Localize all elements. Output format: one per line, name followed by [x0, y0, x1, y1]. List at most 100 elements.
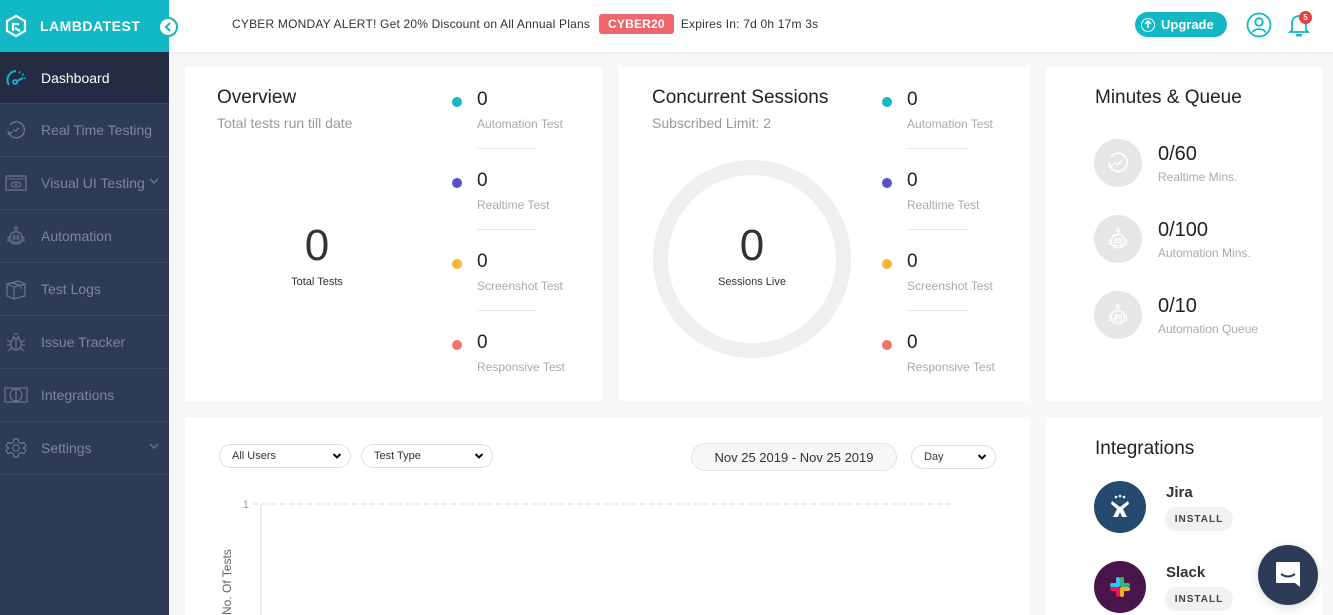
sidebar-item-issue-tracker[interactable]: Issue Tracker [0, 316, 169, 369]
sessions-live-value: 0 [739, 221, 765, 270]
sidebar-collapse-button[interactable] [158, 17, 178, 37]
legend-label: Responsive Test [477, 360, 565, 374]
sidebar-item-label: Integrations [41, 387, 115, 403]
robot-icon [4, 224, 28, 248]
overview-subtitle: Total tests run till date [217, 115, 353, 131]
granularity-value: Day [924, 451, 944, 463]
total-tests-value: 0 [304, 221, 330, 270]
jira-logo-icon [1094, 481, 1146, 533]
chevron-down-icon [332, 453, 342, 459]
sidebar-item-label: Issue Tracker [41, 334, 126, 350]
clock-refresh-icon [1094, 139, 1142, 187]
browser-eye-icon [4, 171, 28, 195]
legend-label: Automation Test [907, 117, 993, 131]
integrations-icon [4, 383, 28, 407]
integrations-title: Integrations [1095, 438, 1195, 459]
divider [477, 229, 537, 230]
minutes-queue-card: Minutes & Queue 0/60 Realtime Mins. 0/10… [1046, 67, 1323, 401]
robot-icon [1094, 291, 1142, 339]
integration-name: Slack [1166, 564, 1206, 581]
test-type-filter-select[interactable]: Test Type [361, 444, 493, 468]
legend-label: Screenshot Test [907, 279, 993, 293]
legend-value: 0 [477, 332, 488, 353]
minutes-queue-title: Minutes & Queue [1095, 87, 1242, 108]
date-range-picker[interactable]: Nov 25 2019 - Nov 25 2019 [691, 443, 897, 471]
divider [907, 310, 967, 311]
divider [477, 310, 537, 311]
legend-value: 0 [477, 251, 488, 272]
legend-label: Realtime Test [907, 198, 980, 212]
tests-chart: 1 No. Of Tests [220, 499, 955, 615]
sidebar-item-label: Visual UI Testing [41, 175, 145, 191]
total-tests-label: Total Tests [291, 276, 343, 288]
users-filter-value: All Users [232, 450, 277, 462]
screenshot-dot [882, 259, 892, 269]
sidebar-item-test-logs[interactable]: Test Logs [0, 263, 169, 316]
clock-refresh-icon [4, 118, 28, 142]
y-axis-label: No. Of Tests [220, 549, 234, 615]
sidebar-item-dashboard[interactable]: Dashboard [0, 52, 169, 104]
chevron-down-icon [474, 453, 484, 459]
sessions-live-label: Sessions Live [718, 276, 786, 288]
concurrent-sessions-card: Concurrent Sessions Subscribed Limit: 2 … [619, 67, 1030, 401]
concurrent-title: Concurrent Sessions [652, 87, 829, 108]
sidebar-item-label: Test Logs [41, 281, 101, 297]
chevron-down-icon [977, 454, 987, 460]
promo-text: CYBER MONDAY ALERT! Get 20% Discount on … [232, 17, 591, 31]
overview-card: Overview Total tests run till date 0 Tot… [185, 67, 603, 401]
legend-value: 0 [907, 170, 918, 191]
legend-value: 0 [907, 332, 918, 353]
automation-queue-label: Automation Queue [1158, 322, 1259, 336]
sidebar-item-integrations[interactable]: Integrations [0, 369, 169, 422]
legend-value: 0 [907, 251, 918, 272]
install-slack-button[interactable]: INSTALL [1165, 587, 1233, 611]
automation-minutes-value: 0/100 [1158, 219, 1209, 241]
robot-icon [1094, 215, 1142, 263]
box-icon [4, 277, 28, 301]
automation-queue-value: 0/10 [1158, 295, 1197, 317]
sidebar-item-visual-ui-testing[interactable]: Visual UI Testing [0, 157, 169, 210]
automation-queue-item: 0/10 Automation Queue [1094, 291, 1314, 341]
install-jira-button[interactable]: INSTALL [1165, 507, 1233, 531]
realtime-minutes-item: 0/60 Realtime Mins. [1094, 139, 1314, 189]
top-bar: CYBER MONDAY ALERT! Get 20% Discount on … [169, 0, 1333, 52]
granularity-select[interactable]: Day [911, 445, 996, 469]
automation-dot [882, 97, 892, 107]
sidebar-item-label: Dashboard [41, 69, 110, 86]
arrow-up-circle-icon [1141, 17, 1155, 32]
integration-jira: Jira INSTALL [1094, 481, 1294, 536]
upgrade-button[interactable]: Upgrade [1135, 12, 1227, 37]
sidebar-item-real-time-testing[interactable]: Real Time Testing [0, 104, 169, 157]
divider [907, 148, 967, 149]
chat-launcher-button[interactable] [1258, 545, 1318, 605]
legend-value: 0 [477, 89, 488, 110]
coupon-code-badge: CYBER20 [599, 14, 674, 34]
sidebar-item-automation[interactable]: Automation [0, 210, 169, 263]
legend-label: Responsive Test [907, 360, 995, 374]
sidebar-item-label: Automation [41, 228, 112, 244]
chevron-left-icon [164, 22, 171, 32]
promo-banner: CYBER MONDAY ALERT! Get 20% Discount on … [232, 14, 818, 34]
chat-icon [1276, 562, 1300, 587]
automation-dot [452, 97, 462, 107]
speedometer-icon [4, 66, 28, 90]
upgrade-label: Upgrade [1161, 17, 1214, 32]
chevron-down-icon [149, 178, 159, 184]
sidebar-item-label: Real Time Testing [41, 122, 153, 138]
realtime-dot [452, 178, 462, 188]
divider [907, 229, 967, 230]
brand-header: LAMBDATEST [0, 0, 169, 52]
notification-count-badge: 5 [1299, 11, 1312, 24]
automation-minutes-label: Automation Mins. [1158, 246, 1251, 260]
sidebar-item-settings[interactable]: Settings [0, 422, 169, 475]
legend-label: Realtime Test [477, 198, 550, 212]
user-profile-icon[interactable] [1246, 12, 1272, 38]
gear-icon [4, 436, 28, 460]
y-tick-label: 1 [243, 499, 249, 511]
legend-value: 0 [477, 170, 488, 191]
promo-expiry-text: Expires In: 7d 0h 17m 3s [680, 17, 819, 31]
date-range-value: Nov 25 2019 - Nov 25 2019 [714, 449, 874, 465]
users-filter-select[interactable]: All Users [219, 444, 351, 468]
concurrent-subtitle: Subscribed Limit: 2 [652, 115, 772, 131]
bug-icon [4, 330, 28, 354]
